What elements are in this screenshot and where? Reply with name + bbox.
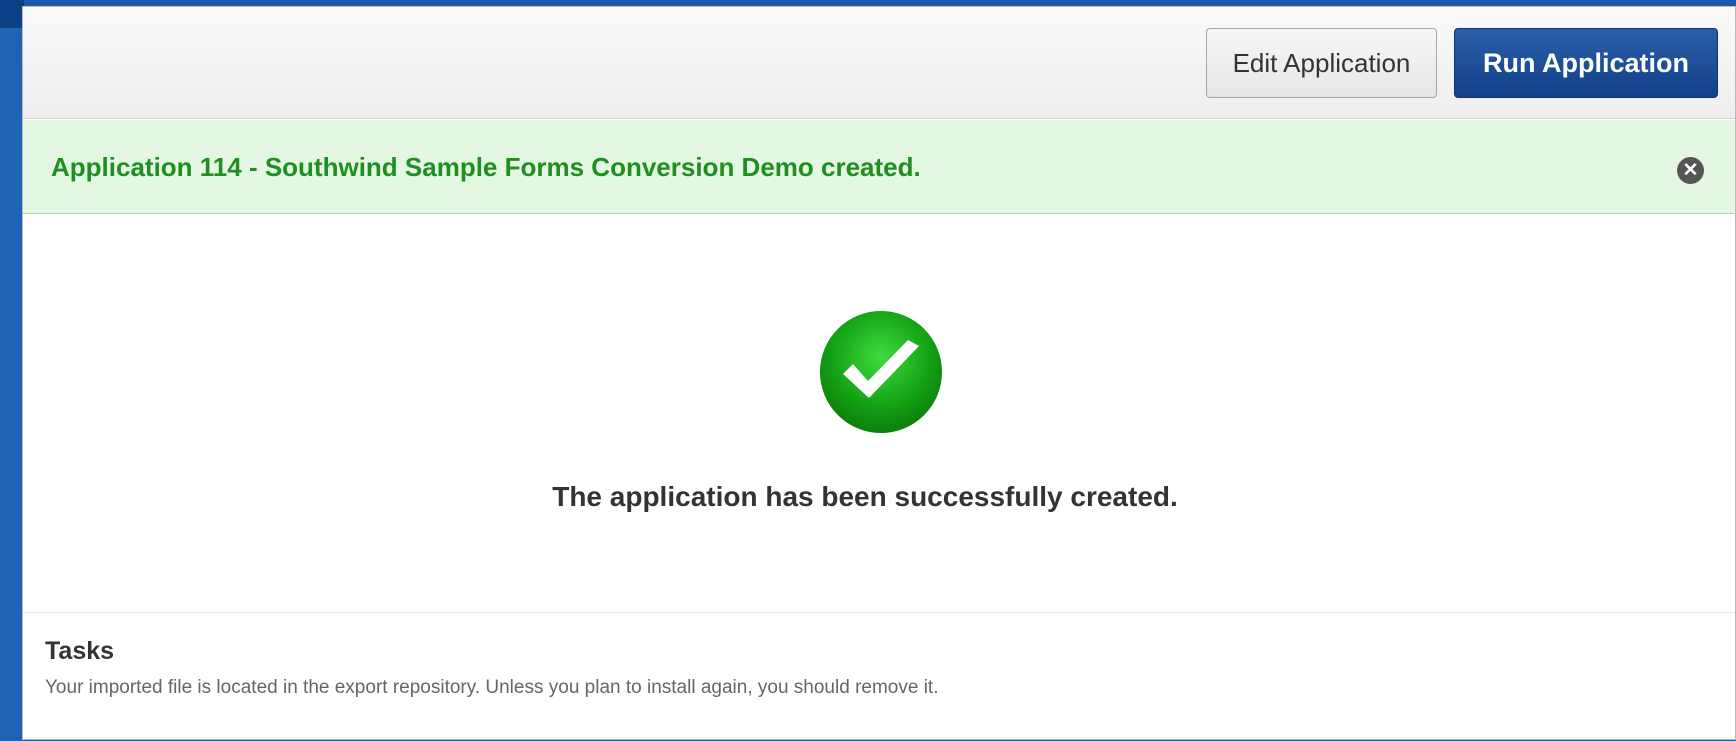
- tasks-divider: [23, 612, 1735, 613]
- tasks-heading: Tasks: [45, 637, 115, 665]
- background-page-edge: [0, 0, 24, 741]
- application-created-dialog: Edit Application Run Application Applica…: [22, 6, 1736, 740]
- dialog-toolbar: Edit Application Run Application: [23, 7, 1735, 119]
- notification-message: Application 114 - Southwind Sample Forms…: [51, 152, 921, 182]
- tasks-description: Your imported file is located in the exp…: [45, 677, 939, 698]
- checkmark-icon: [820, 311, 942, 433]
- run-application-button[interactable]: Run Application: [1454, 28, 1718, 98]
- edit-application-button[interactable]: Edit Application: [1206, 28, 1437, 98]
- close-icon[interactable]: ✕: [1677, 157, 1704, 184]
- success-message: The application has been successfully cr…: [552, 481, 1178, 512]
- success-notification-banner: Application 114 - Southwind Sample Forms…: [23, 120, 1735, 214]
